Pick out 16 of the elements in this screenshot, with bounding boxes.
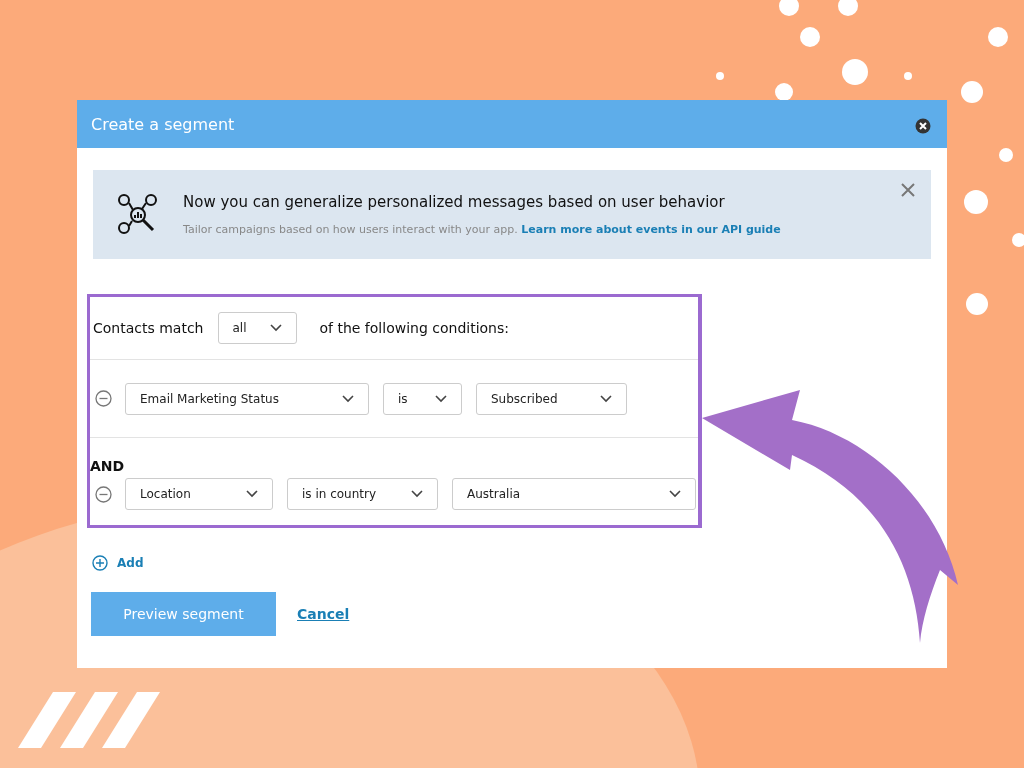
match-suffix: of the following conditions: <box>319 320 509 336</box>
banner-heading: Now you can generalize personalized messages based on user behavior <box>183 193 726 211</box>
match-label: Contacts match <box>93 320 204 336</box>
condition-dropdown[interactable]: is <box>383 382 462 415</box>
condition-dropdown[interactable]: Email Marketing Status <box>125 382 369 415</box>
and-label: AND <box>90 458 126 474</box>
match-dropdown[interactable]: all <box>217 312 297 344</box>
condition-dropdown[interactable]: is in country <box>287 478 438 510</box>
condition-dropdown[interactable]: Location <box>125 478 273 510</box>
dialog-title: Create a segment <box>91 114 235 134</box>
api-guide-link[interactable]: Learn more about events in our API guide <box>521 223 781 236</box>
condition-dropdown[interactable]: Australia <box>452 478 696 510</box>
condition-dropdown[interactable]: Subscribed <box>476 382 627 415</box>
cancel-link[interactable]: Cancel <box>297 606 350 622</box>
banner-text: Tailor campaigns based on how users interact with your app. Learn more about events in our API guide <box>183 223 781 236</box>
add-link[interactable]: Add <box>117 556 144 570</box>
